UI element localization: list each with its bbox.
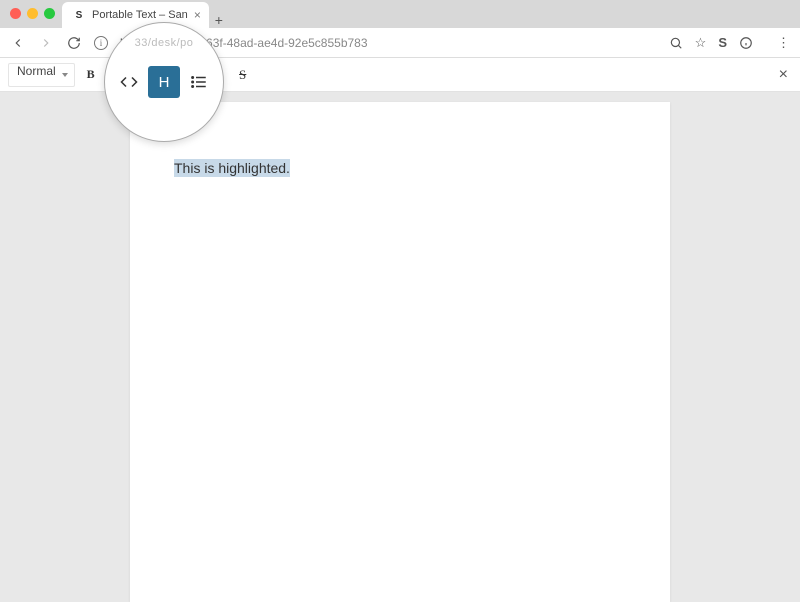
toolbar-magnifier-callout: 33/desk/po H (104, 22, 224, 142)
magnifier-url-fragment: 33/desk/po (135, 37, 194, 49)
editor-canvas: This is highlighted. (0, 92, 800, 552)
back-button[interactable] (10, 35, 26, 51)
extension-info-icon[interactable] (739, 36, 753, 50)
browser-actions: ☆ S ⋮ (669, 35, 790, 51)
window-controls (10, 8, 55, 19)
browser-tab-bar: S Portable Text – San × + (0, 0, 800, 28)
highlight-button[interactable]: H (148, 66, 180, 98)
tab-favicon: S (72, 8, 86, 22)
code-button[interactable] (120, 73, 138, 91)
browser-menu-icon[interactable]: ⋮ (777, 35, 790, 51)
new-tab-button[interactable]: + (209, 12, 229, 28)
minimize-window-button[interactable] (27, 8, 38, 19)
strikethrough-button[interactable]: S (229, 61, 257, 89)
editor-page[interactable]: This is highlighted. (130, 102, 670, 602)
editor-content[interactable]: This is highlighted. (174, 158, 626, 179)
block-style-select[interactable]: Normal (8, 63, 75, 87)
list-button[interactable] (190, 73, 208, 91)
site-info-icon[interactable]: i (94, 36, 108, 50)
tab-close-icon[interactable]: × (194, 8, 201, 22)
close-window-button[interactable] (10, 8, 21, 19)
search-icon[interactable] (669, 36, 683, 50)
block-style-label: Normal (17, 64, 56, 78)
bookmark-star-icon[interactable]: ☆ (695, 35, 707, 51)
forward-button[interactable] (38, 35, 54, 51)
reload-button[interactable] (66, 35, 82, 51)
extension-s-icon[interactable]: S (718, 35, 727, 50)
maximize-window-button[interactable] (44, 8, 55, 19)
close-editor-button[interactable]: × (779, 66, 788, 84)
highlighted-text: This is highlighted. (174, 159, 290, 177)
browser-tab[interactable]: S Portable Text – San × (62, 2, 209, 28)
tab-title: Portable Text – San (92, 9, 188, 21)
bold-button[interactable]: B (77, 61, 105, 89)
